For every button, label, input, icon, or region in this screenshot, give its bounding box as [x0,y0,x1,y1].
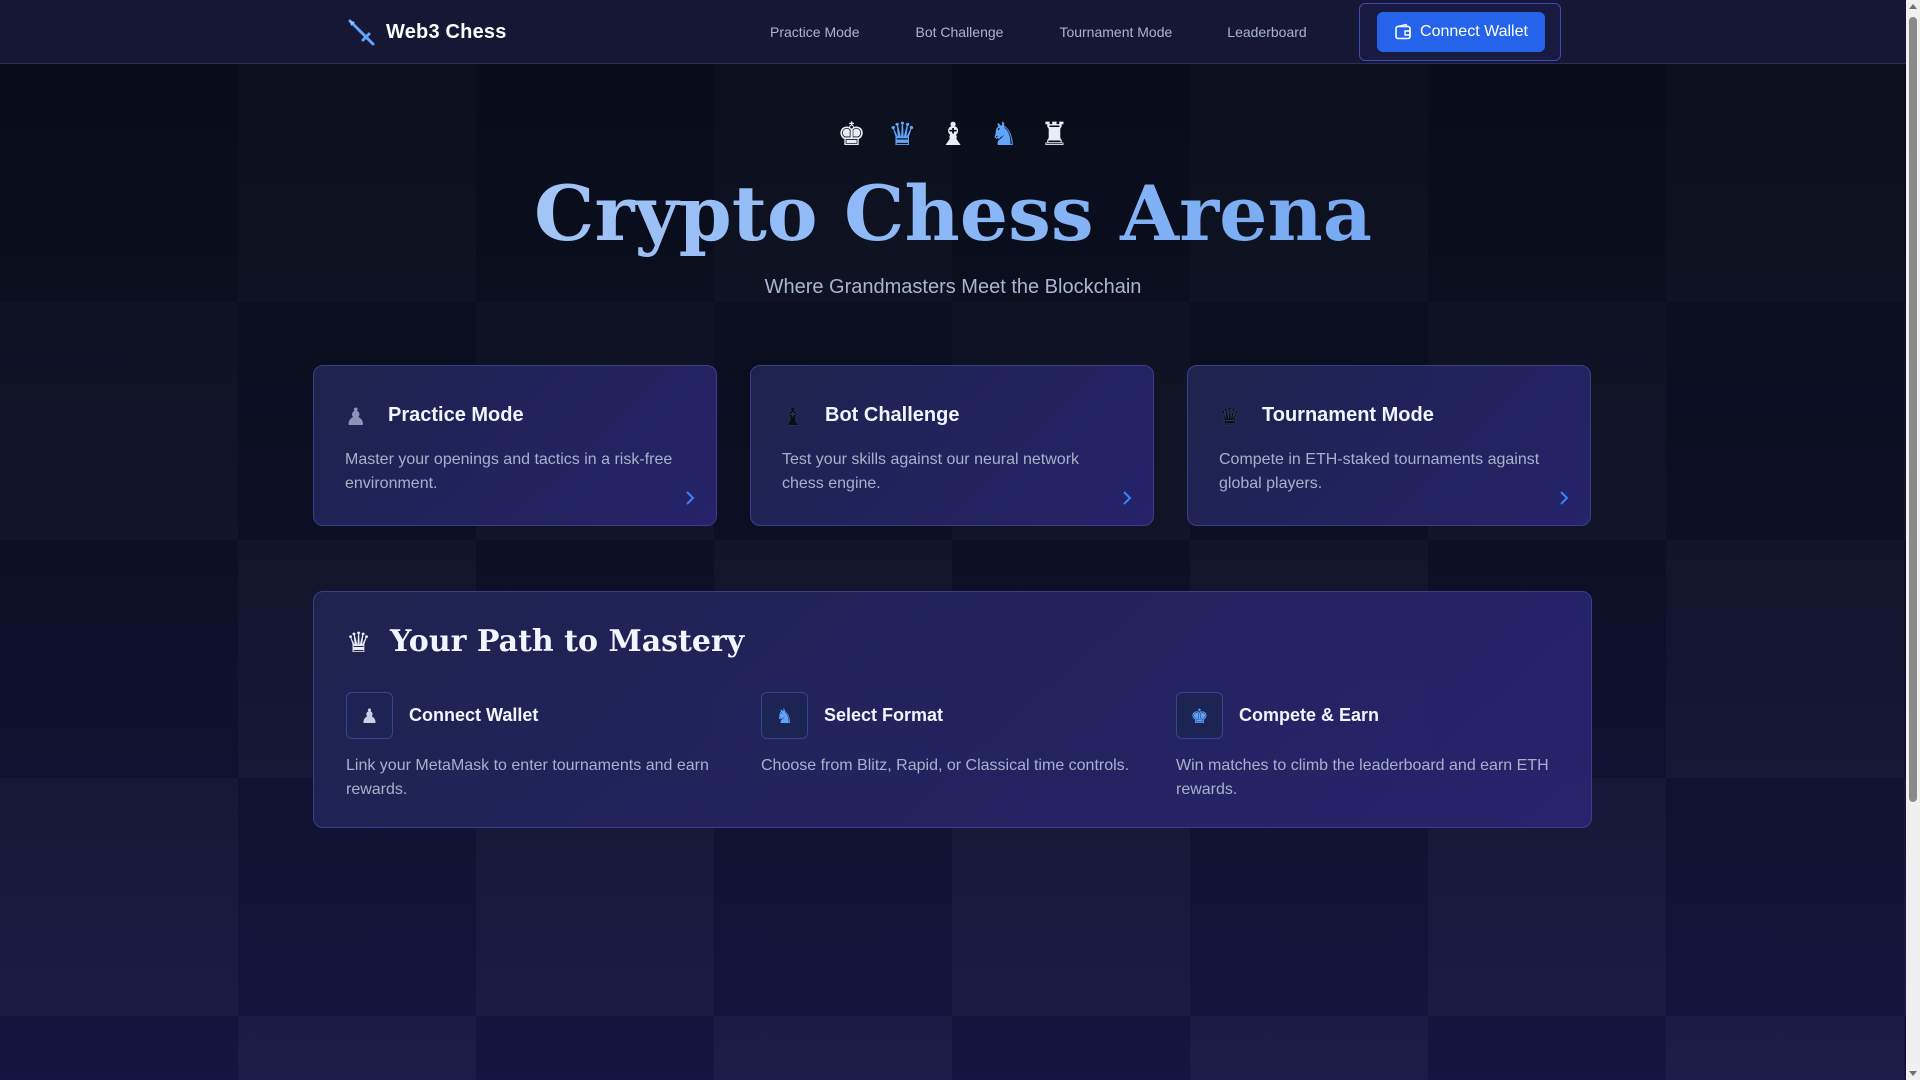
nav-links: Practice Mode Bot Challenge Tournament M… [770,0,1363,64]
chevron-right-icon [1560,491,1569,505]
nav-link-tournament-mode[interactable]: Tournament Mode [1059,24,1172,40]
bishop-icon: ♝ [938,115,968,153]
connect-wallet-button[interactable]: Connect Wallet [1377,12,1545,52]
card-title: Practice Mode [388,404,524,426]
rook-icon: ♜ [1040,115,1069,153]
tournament-mode-card[interactable]: ♛ Tournament Mode Compete in ETH-staked … [1187,365,1591,526]
nav-link-practice-mode[interactable]: Practice Mode [770,24,859,40]
step-title: Select Format [824,705,944,725]
crown-icon: ♛ [346,626,372,659]
knight-icon: ♞ [989,115,1019,153]
brand[interactable]: Web3 Chess [346,17,507,47]
card-title: Bot Challenge [825,404,960,426]
queen-icon: ♛ [1219,403,1241,431]
pawn-icon: ♟ [345,403,367,431]
sword-icon [348,19,375,46]
vertical-scrollbar[interactable] [1906,0,1920,1080]
bishop-icon: ♝ [782,403,804,431]
scroll-up-arrow-icon[interactable] [1909,4,1917,9]
connect-wallet-label: Connect Wallet [1420,23,1528,40]
pawn-icon: ♟ [346,692,393,739]
bot-challenge-card[interactable]: ♝ Bot Challenge Test your skills against… [750,365,1154,526]
step-description: Win matches to climb the leaderboard and… [1176,757,1549,798]
nav-link-bot-challenge[interactable]: Bot Challenge [915,24,1003,40]
practice-mode-card[interactable]: ♟ Practice Mode Master your openings and… [313,365,717,526]
scrollbar-thumb[interactable] [1909,17,1917,802]
queen-icon: ♛ [887,115,917,153]
scroll-down-arrow-icon[interactable] [1909,1071,1917,1076]
chevron-right-icon [686,491,695,505]
hero-chess-pieces: ♚ ♛ ♝ ♞ ♜ [0,114,1906,154]
chevron-right-icon [1123,491,1132,505]
knight-icon: ♞ [761,692,808,739]
path-to-mastery-panel: ♛ Your Path to Mastery ♟ Connect Wallet … [313,591,1592,828]
wallet-icon [1395,23,1411,40]
card-title: Tournament Mode [1262,404,1434,426]
path-title: Your Path to Mastery [390,624,745,659]
step-description: Choose from Blitz, Rapid, or Classical t… [761,757,1130,774]
card-description: Master your openings and tactics in a ri… [345,451,673,492]
nav-link-leaderboard[interactable]: Leaderboard [1227,24,1306,40]
navbar: Web3 Chess Practice Mode Bot Challenge T… [0,0,1906,64]
card-description: Test your skills against our neural netw… [782,451,1080,492]
king-icon: ♚ [837,115,866,153]
step-title: Compete & Earn [1239,705,1380,725]
hero-title: Crypto Chess Arena [0,166,1906,262]
brand-name: Web3 Chess [386,20,507,43]
step-description: Link your MetaMask to enter tournaments … [346,757,709,798]
step-title: Connect Wallet [409,705,539,725]
hero-subtitle: Where Grandmasters Meet the Blockchain [764,276,1142,298]
card-description: Compete in ETH-staked tournaments agains… [1219,451,1540,492]
king-icon: ♚ [1176,692,1223,739]
